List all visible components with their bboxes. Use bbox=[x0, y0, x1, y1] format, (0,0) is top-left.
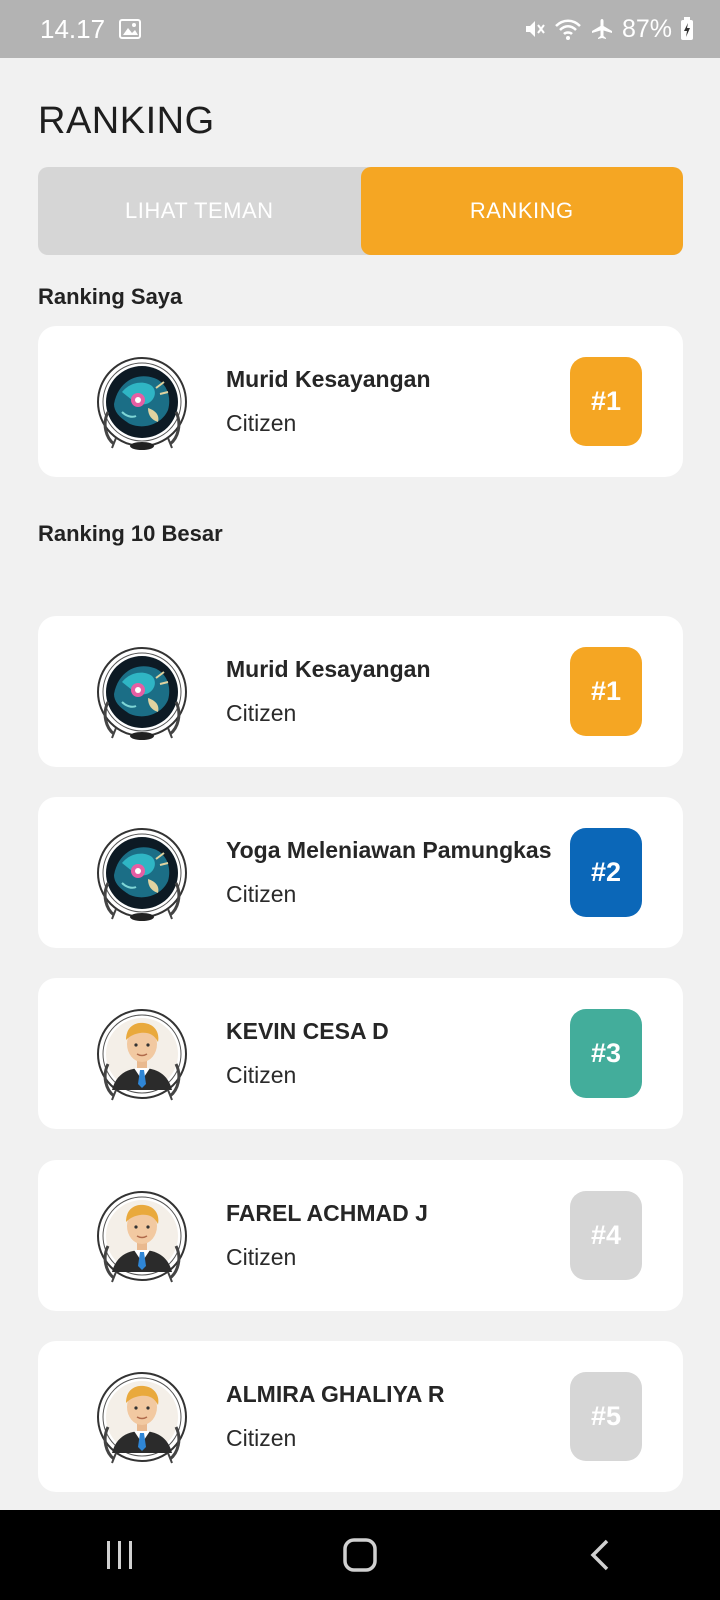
list-item[interactable]: KEVIN CESA D Citizen #3 bbox=[38, 978, 683, 1129]
list-item[interactable]: Yoga Meleniawan Pamungkas Citizen #2 bbox=[38, 797, 683, 948]
user-role: Citizen bbox=[226, 700, 297, 726]
battery-charging-icon bbox=[680, 17, 694, 41]
list-item[interactable]: FAREL ACHMAD J Citizen #4 bbox=[38, 1160, 683, 1311]
tab-lihat-teman[interactable]: LIHAT TEMAN bbox=[38, 167, 361, 255]
rank-badge: #4 bbox=[570, 1191, 642, 1280]
recent-apps-icon bbox=[107, 1541, 132, 1569]
status-bar: 14.17 87% bbox=[0, 0, 720, 58]
avatar bbox=[92, 1004, 192, 1108]
user-name: FAREL ACHMAD J bbox=[226, 1200, 428, 1226]
status-right: 87% bbox=[522, 15, 694, 44]
avatar bbox=[92, 352, 192, 456]
avatar bbox=[92, 1367, 192, 1471]
avatar bbox=[92, 1186, 192, 1290]
tab-ranking[interactable]: RANKING bbox=[360, 167, 683, 255]
status-time: 14.17 bbox=[40, 13, 106, 44]
user-name: KEVIN CESA D bbox=[226, 1018, 389, 1044]
system-nav-bar bbox=[0, 1510, 720, 1600]
user-name: ALMIRA GHALIYA R bbox=[226, 1381, 445, 1407]
tab-bar: LIHAT TEMAN RANKING bbox=[38, 167, 683, 255]
list-item[interactable]: Murid Kesayangan Citizen #1 bbox=[38, 616, 683, 767]
wifi-icon bbox=[554, 17, 582, 41]
section-label-my-ranking: Ranking Saya bbox=[38, 284, 183, 309]
status-left: 14.17 bbox=[40, 13, 142, 45]
user-role: Citizen bbox=[226, 1062, 297, 1088]
user-role: Citizen bbox=[226, 1425, 297, 1451]
mute-icon bbox=[522, 17, 546, 41]
back-button[interactable] bbox=[570, 1525, 630, 1585]
back-icon bbox=[590, 1539, 609, 1571]
user-role: Citizen bbox=[226, 881, 297, 907]
user-name: Murid Kesayangan bbox=[226, 366, 431, 392]
list-item[interactable]: ALMIRA GHALIYA R Citizen #5 bbox=[38, 1341, 683, 1492]
page-title: RANKING bbox=[38, 100, 215, 142]
section-label-top10: Ranking 10 Besar bbox=[38, 521, 223, 546]
user-name: Yoga Meleniawan Pamungkas bbox=[226, 837, 552, 863]
rank-badge: #1 bbox=[570, 647, 642, 736]
rank-badge: #2 bbox=[570, 828, 642, 917]
home-icon bbox=[343, 1538, 377, 1572]
rank-badge: #5 bbox=[570, 1372, 642, 1461]
rank-badge: #1 bbox=[570, 357, 642, 446]
user-role: Citizen bbox=[226, 410, 297, 436]
avatar bbox=[92, 642, 192, 746]
avatar bbox=[92, 823, 192, 927]
battery-text: 87% bbox=[621, 14, 672, 43]
airplane-icon bbox=[590, 17, 614, 41]
recent-apps-button[interactable] bbox=[90, 1525, 150, 1585]
my-ranking-card[interactable]: Murid Kesayangan Citizen #1 bbox=[38, 326, 683, 477]
user-role: Citizen bbox=[226, 1244, 297, 1270]
image-icon bbox=[119, 19, 142, 39]
rank-badge: #3 bbox=[570, 1009, 642, 1098]
home-button[interactable] bbox=[330, 1525, 390, 1585]
user-name: Murid Kesayangan bbox=[226, 656, 431, 682]
